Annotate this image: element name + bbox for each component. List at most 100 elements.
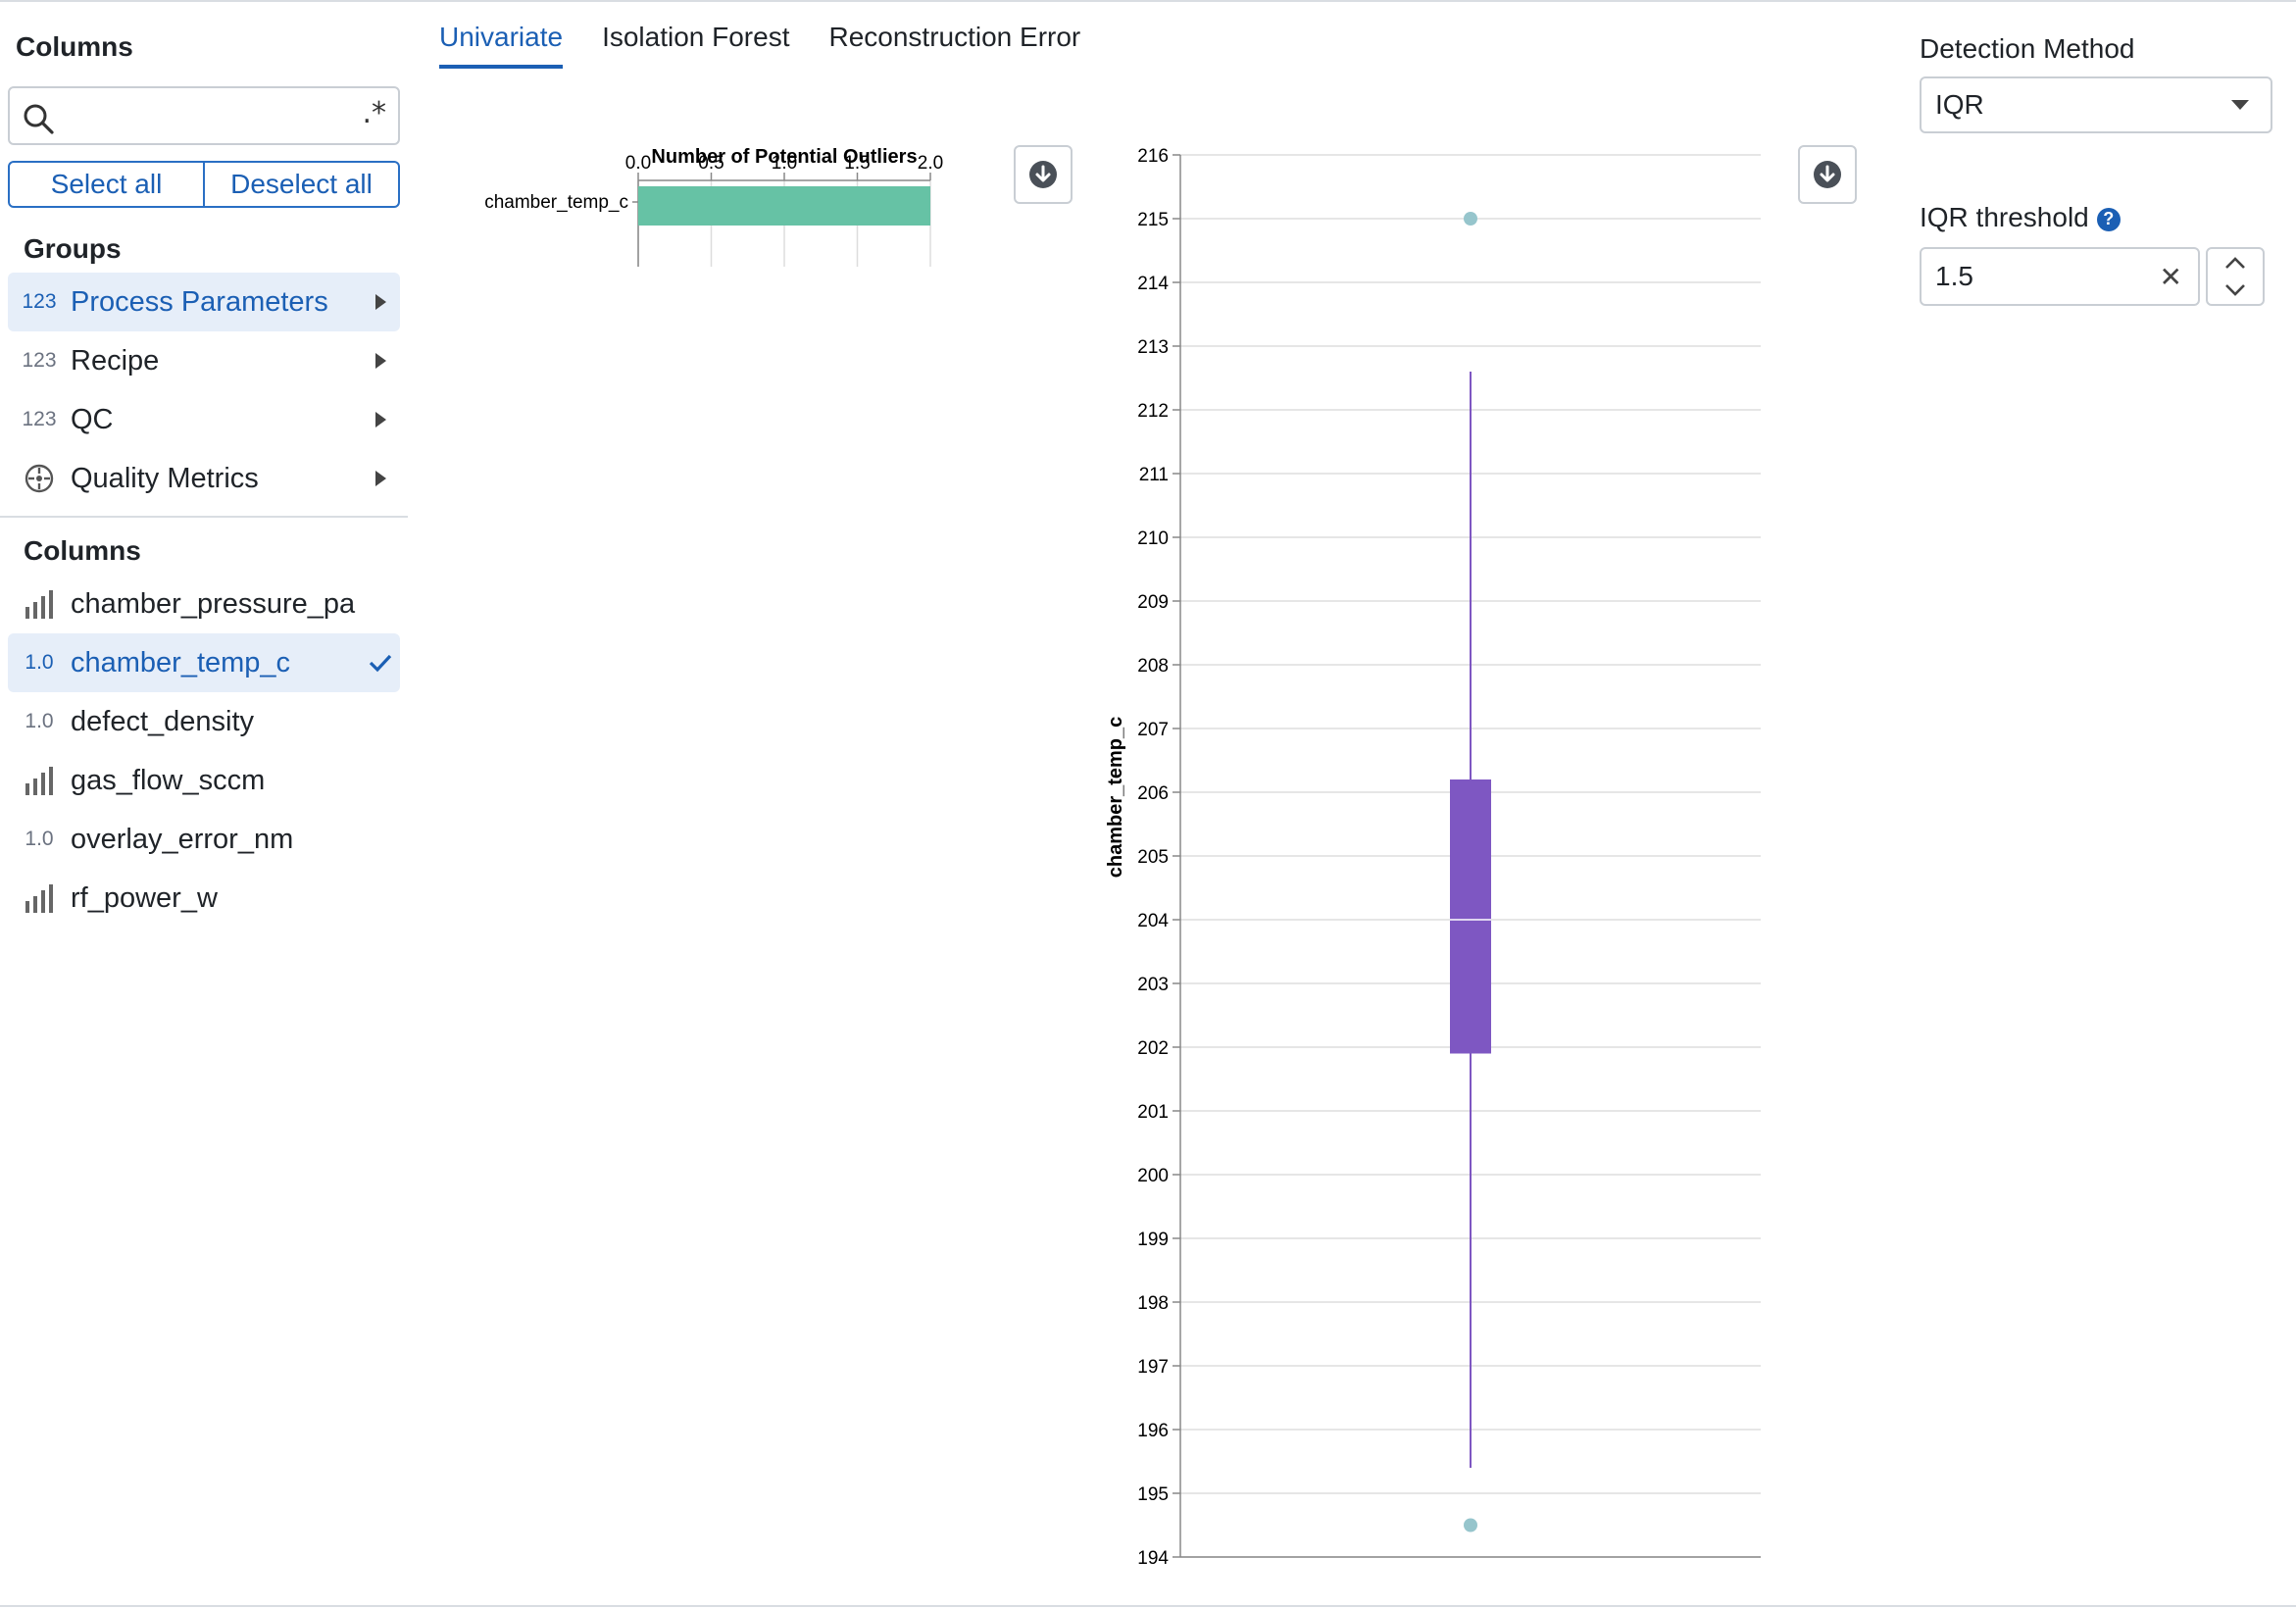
download-box-chart-button[interactable] [1798,145,1857,204]
download-icon [1814,161,1841,188]
numeric-type-icon: 123 [22,290,57,313]
column-label: overlay_error_nm [71,823,294,855]
column-label: gas_flow_sccm [71,764,266,796]
caret-right-icon [361,293,400,311]
y-tick-label: 206 [1137,783,1169,804]
group-label: QC [71,403,114,435]
caret-right-icon [361,470,400,487]
group-item-recipe[interactable]: 123 Recipe [8,331,400,390]
y-tick-label: 210 [1137,528,1169,549]
detection-method-select[interactable]: IQR [1920,76,2272,133]
y-tick-label: 214 [1137,274,1169,294]
chevron-down-icon [2225,284,2245,296]
bottom-rule [0,1605,2296,1607]
y-tick-label: 204 [1137,911,1169,931]
y-tick-label: 215 [1137,210,1169,230]
chamber-temp-box-plot: 194 195 196 197 198 199 200 201 202 203 204 205 206 2… [1105,146,1761,1569]
y-tick-label: 208 [1137,656,1169,677]
y-category-label: chamber_temp_c [484,192,628,213]
column-label: rf_power_w [71,881,218,914]
y-axis-label: chamber_temp_c [1105,717,1126,879]
y-tick-label: 202 [1137,1038,1169,1059]
tab-univariate[interactable]: Univariate [439,22,564,69]
column-item-chamber-temp-c[interactable]: 1.0 chamber_temp_c [8,633,400,692]
y-tick-label: 216 [1137,146,1169,167]
column-item-defect-density[interactable]: 1.0 defect_density [8,692,400,751]
group-item-qc[interactable]: 123 QC [8,390,400,449]
column-item-gas-flow-sccm[interactable]: gas_flow_sccm [8,751,400,810]
deselect-all-button[interactable]: Deselect all [205,161,400,208]
analysis-tabs: Univariate Isolation Forest Reconstructi… [439,22,1080,69]
clear-icon[interactable]: ✕ [2160,261,2182,293]
tab-isolation-forest[interactable]: Isolation Forest [602,22,789,69]
download-bar-chart-button[interactable] [1014,145,1073,204]
group-label: Quality Metrics [71,462,259,494]
chevron-up-icon [2225,257,2245,269]
float-type-icon: 1.0 [25,828,54,850]
y-tick-label: 198 [1137,1293,1169,1314]
detection-method-value: IQR [1935,89,1984,120]
bar [638,186,930,226]
y-tick-label: 201 [1137,1102,1169,1123]
group-label: Recipe [71,344,160,377]
bars-icon [8,589,71,619]
iqr-threshold-text: IQR threshold [1920,202,2089,232]
column-label: chamber_pressure_pa [71,587,356,620]
iqr-threshold-stepper [2206,247,2265,306]
iqr-threshold-input[interactable]: 1.5 ✕ [1920,247,2200,306]
selection-buttons: Select all Deselect all [8,161,400,208]
iqr-threshold-value: 1.5 [1935,261,1973,291]
x-tick-label: 0.0 [625,153,651,174]
column-label: chamber_temp_c [71,646,291,678]
check-icon [361,653,400,673]
target-icon [8,463,71,494]
x-tick-label: 0.5 [698,153,724,174]
caret-right-icon [361,411,400,428]
bars-icon [8,766,71,795]
regex-toggle-icon[interactable]: .* [362,96,386,130]
y-tick-label: 195 [1137,1484,1169,1505]
y-tick-label: 197 [1137,1357,1169,1378]
y-tick-label: 194 [1137,1548,1169,1569]
detection-method-label: Detection Method [1920,33,2135,64]
group-item-process-parameters[interactable]: 123 Process Parameters [8,273,400,331]
bars-icon [8,883,71,913]
sidebar: Columns .* Select all Deselect all Group… [0,0,410,1608]
x-tick-label: 2.0 [918,153,943,174]
numeric-type-icon: 123 [22,408,57,430]
x-tick-label: 1.5 [844,153,870,174]
iqr-threshold-label: IQR threshold? [1920,202,2121,233]
outlier-point [1464,1518,1477,1533]
iqr-box [1450,779,1491,1054]
chevron-down-icon [2231,100,2249,110]
select-all-button[interactable]: Select all [8,161,205,208]
y-tick-label: 212 [1137,401,1169,422]
float-type-icon: 1.0 [25,710,54,732]
y-tick-label: 196 [1137,1421,1169,1441]
y-tick-label: 199 [1137,1230,1169,1250]
increment-button[interactable] [2208,249,2263,276]
group-item-quality-metrics[interactable]: Quality Metrics [8,449,400,508]
numeric-type-icon: 123 [22,349,57,372]
sidebar-divider [0,516,408,518]
y-tick-label: 213 [1137,337,1169,358]
search-input[interactable]: .* [8,86,400,145]
column-item-overlay-error-nm[interactable]: 1.0 overlay_error_nm [8,810,400,869]
help-icon[interactable]: ? [2096,207,2121,231]
column-label: defect_density [71,705,255,737]
x-tick-label: 1.0 [772,153,797,174]
column-item-chamber-pressure-pa[interactable]: chamber_pressure_pa [8,575,400,633]
group-label: Process Parameters [71,285,328,318]
y-tick-label: 211 [1139,465,1169,485]
float-type-icon: 1.0 [25,651,54,674]
y-tick-label: 207 [1137,720,1169,740]
download-icon [1029,161,1057,188]
y-tick-label: 200 [1137,1166,1169,1186]
outlier-point [1464,212,1477,226]
tab-reconstruction-error[interactable]: Reconstruction Error [828,22,1080,69]
y-tick-label: 203 [1137,975,1169,995]
outlier-count-bar-chart: Number of Potential Outliers0.0 0.5 1.0 1.5… [484,146,943,267]
column-item-rf-power-w[interactable]: rf_power_w [8,869,400,928]
decrement-button[interactable] [2208,276,2263,304]
columns-title: Columns [24,535,141,566]
